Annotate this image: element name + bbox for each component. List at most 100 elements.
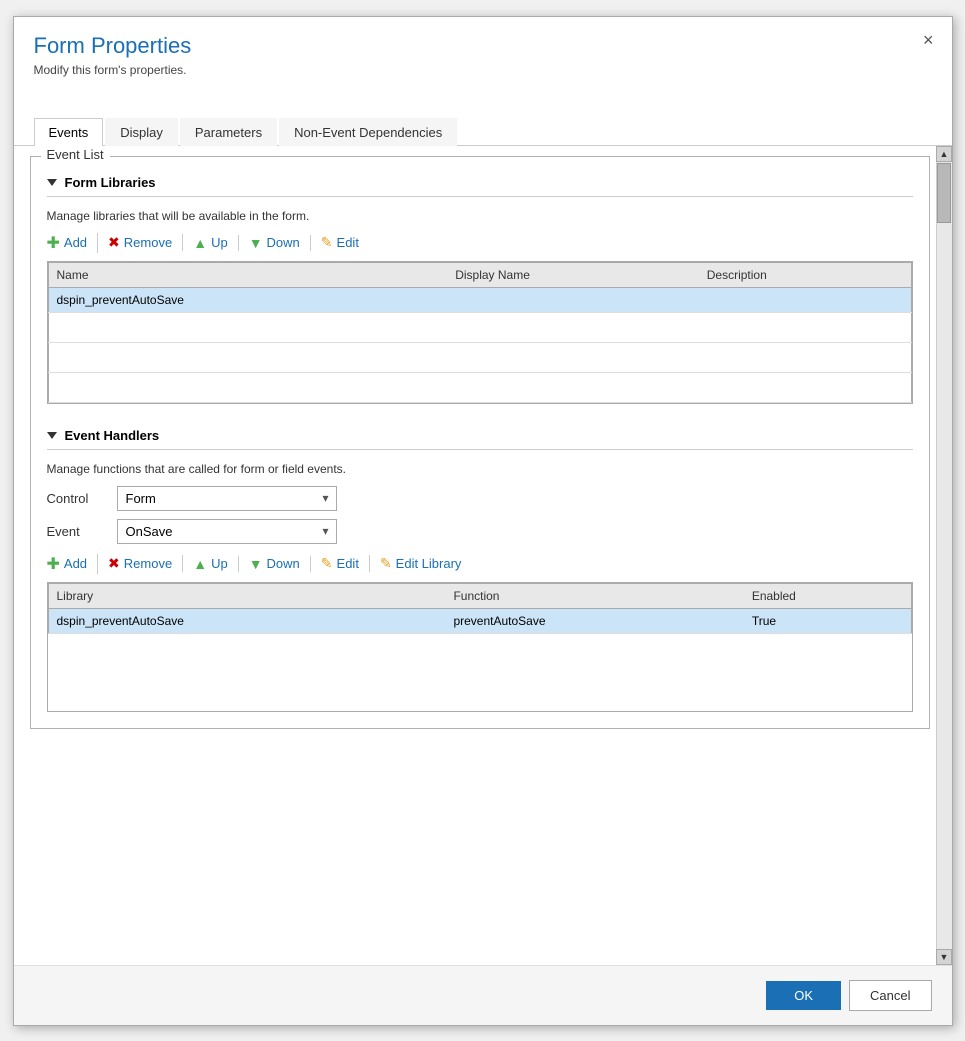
tab-events[interactable]: Events xyxy=(34,118,104,146)
event-row: Event OnSave xyxy=(47,519,913,544)
dialog-footer: OK Cancel xyxy=(14,965,952,1025)
dialog-subtitle: Modify this form's properties. xyxy=(34,63,932,77)
edit-handler-label: Edit xyxy=(337,556,359,571)
table-row-empty-1 xyxy=(48,312,911,342)
libraries-table-header-row: Name Display Name Description xyxy=(48,262,911,287)
form-libraries-section: Form Libraries Manage libraries that wil… xyxy=(47,175,913,404)
control-row: Control Form xyxy=(47,486,913,511)
dialog-body: Event List Form Libraries Manage librari… xyxy=(14,146,952,965)
remove-handler-label: Remove xyxy=(124,556,172,571)
add-handler-label: Add xyxy=(64,556,87,571)
dialog-title: Form Properties xyxy=(34,33,932,59)
libraries-table-body: dspin_preventAutoSave xyxy=(48,287,911,402)
handlers-table-wrapper: Library Function Enabled dspin_preventAu… xyxy=(47,582,913,712)
table-row-empty-2 xyxy=(48,342,911,372)
table-row[interactable]: dspin_preventAutoSave xyxy=(48,287,911,312)
control-select[interactable]: Form xyxy=(117,486,337,511)
scroll-down-arrow[interactable]: ▼ xyxy=(936,949,952,965)
collapse-icon[interactable] xyxy=(47,179,57,186)
table-row[interactable]: dspin_preventAutoSave preventAutoSave Tr… xyxy=(48,608,911,633)
collapse-icon-2[interactable] xyxy=(47,432,57,439)
event-handlers-title: Event Handlers xyxy=(65,428,160,443)
library-description-cell xyxy=(699,287,911,312)
edit-library-icon: ✎ xyxy=(380,555,392,572)
edit-library-button[interactable]: ✎ Edit xyxy=(311,234,369,251)
form-libraries-description: Manage libraries that will be available … xyxy=(47,209,913,223)
edit-icon-2: ✎ xyxy=(321,555,333,572)
form-libraries-title: Form Libraries xyxy=(65,175,156,190)
col-function: Function xyxy=(445,583,743,608)
event-list-section: Event List Form Libraries Manage librari… xyxy=(30,156,930,729)
form-libraries-divider xyxy=(47,196,913,197)
libraries-table: Name Display Name Description dspin_prev… xyxy=(48,262,912,403)
event-list-legend: Event List xyxy=(41,147,110,162)
edit-icon: ✎ xyxy=(321,234,333,251)
remove-handler-button[interactable]: ✖ Remove xyxy=(98,555,183,572)
form-libraries-toolbar: ✚ Add ✖ Remove ▲ Up ▼ Do xyxy=(47,233,913,253)
remove-library-button[interactable]: ✖ Remove xyxy=(98,234,183,251)
event-handlers-section: Event Handlers Manage functions that are… xyxy=(47,428,913,712)
remove-icon-2: ✖ xyxy=(108,555,120,572)
edit-label: Edit xyxy=(337,235,359,250)
tabs-bar: Events Display Parameters Non-Event Depe… xyxy=(14,117,952,146)
libraries-table-head: Name Display Name Description xyxy=(48,262,911,287)
add-library-button[interactable]: ✚ Add xyxy=(47,233,99,253)
library-name-cell: dspin_preventAutoSave xyxy=(48,287,447,312)
event-handlers-title-row: Event Handlers xyxy=(47,428,913,443)
down-handler-label: Down xyxy=(267,556,300,571)
scroll-up-arrow[interactable]: ▲ xyxy=(936,146,952,162)
col-description: Description xyxy=(699,262,911,287)
up-library-button[interactable]: ▲ Up xyxy=(183,235,238,251)
col-name: Name xyxy=(48,262,447,287)
dialog-header: Form Properties Modify this form's prope… xyxy=(14,17,952,87)
col-enabled: Enabled xyxy=(744,583,911,608)
control-label: Control xyxy=(47,491,107,506)
down-icon: ▼ xyxy=(249,235,263,251)
cancel-button[interactable]: Cancel xyxy=(849,980,931,1011)
content-scroll-area[interactable]: Event List Form Libraries Manage librari… xyxy=(14,146,936,965)
remove-label: Remove xyxy=(124,235,172,250)
handlers-table-head: Library Function Enabled xyxy=(48,583,911,608)
add-icon-2: ✚ xyxy=(47,554,60,574)
add-label: Add xyxy=(64,235,87,250)
scrollbar: ▲ ▼ xyxy=(936,146,952,965)
up-label: Up xyxy=(211,235,228,250)
down-label: Down xyxy=(267,235,300,250)
up-icon-2: ▲ xyxy=(193,556,207,572)
event-label: Event xyxy=(47,524,107,539)
scroll-thumb[interactable] xyxy=(937,163,951,223)
down-library-button[interactable]: ▼ Down xyxy=(239,235,311,251)
event-handlers-divider xyxy=(47,449,913,450)
handler-enabled-cell: True xyxy=(744,608,911,633)
up-handler-label: Up xyxy=(211,556,228,571)
up-handler-button[interactable]: ▲ Up xyxy=(183,556,238,572)
event-select-wrapper: OnSave xyxy=(117,519,337,544)
handler-function-cell: preventAutoSave xyxy=(445,608,743,633)
tab-non-event-dependencies[interactable]: Non-Event Dependencies xyxy=(279,118,457,146)
tab-display[interactable]: Display xyxy=(105,118,178,146)
add-icon: ✚ xyxy=(47,233,60,253)
handlers-table: Library Function Enabled dspin_preventAu… xyxy=(48,583,912,634)
handlers-header-row: Library Function Enabled xyxy=(48,583,911,608)
close-button[interactable]: × xyxy=(923,31,934,49)
col-display-name: Display Name xyxy=(447,262,699,287)
add-handler-button[interactable]: ✚ Add xyxy=(47,554,99,574)
handler-library-cell: dspin_preventAutoSave xyxy=(48,608,445,633)
library-display-name-cell xyxy=(447,287,699,312)
libraries-table-wrapper: Name Display Name Description dspin_prev… xyxy=(47,261,913,404)
event-handlers-description: Manage functions that are called for for… xyxy=(47,462,913,476)
event-select[interactable]: OnSave xyxy=(117,519,337,544)
up-icon: ▲ xyxy=(193,235,207,251)
event-handlers-toolbar: ✚ Add ✖ Remove ▲ Up ▼ Do xyxy=(47,554,913,574)
form-properties-dialog: Form Properties Modify this form's prope… xyxy=(13,16,953,1026)
edit-library-label: Edit Library xyxy=(396,556,462,571)
edit-handler-button[interactable]: ✎ Edit xyxy=(311,555,370,572)
handlers-table-body: dspin_preventAutoSave preventAutoSave Tr… xyxy=(48,608,911,633)
ok-button[interactable]: OK xyxy=(766,981,841,1010)
table-row-empty-3 xyxy=(48,372,911,402)
col-library: Library xyxy=(48,583,445,608)
down-icon-2: ▼ xyxy=(249,556,263,572)
tab-parameters[interactable]: Parameters xyxy=(180,118,277,146)
edit-library-handler-button[interactable]: ✎ Edit Library xyxy=(370,555,471,572)
down-handler-button[interactable]: ▼ Down xyxy=(239,556,311,572)
